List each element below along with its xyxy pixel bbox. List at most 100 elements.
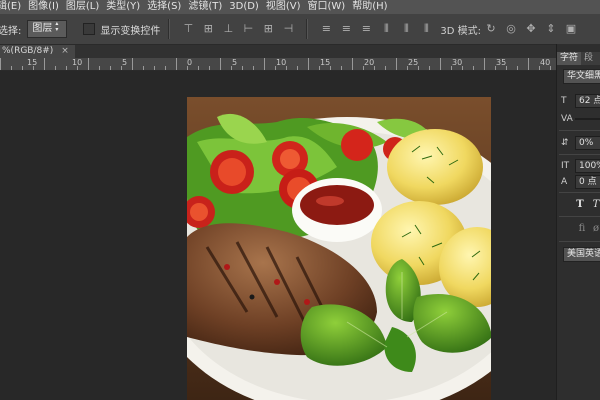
kerning-icon: VA (561, 114, 573, 124)
menu-filter[interactable]: 滤镜(T) (188, 0, 222, 14)
kerning-row: VA (561, 112, 600, 126)
distribute-vcenter-icon[interactable]: ≡ (339, 22, 353, 36)
align-right-icon[interactable]: ⊣ (281, 22, 295, 36)
ruler-tick (88, 58, 89, 70)
vertical-scale-icon: IT (561, 161, 570, 171)
menu-edit[interactable]: 辑(E) (0, 0, 21, 14)
menu-layer[interactable]: 图层(L) (66, 0, 99, 14)
ruler-tick (165, 66, 166, 70)
baseline-shift-field[interactable]: 0 点 (575, 175, 600, 189)
align-top-icon[interactable]: ⊤ (181, 22, 195, 36)
divider (306, 19, 309, 39)
3d-rotate-icon[interactable]: ↻ (484, 22, 498, 36)
ruler-tick (198, 66, 199, 70)
ruler-tick (418, 66, 419, 70)
distribute-left-icon[interactable]: ⦀ (379, 22, 393, 36)
ruler-label: 20 (364, 58, 375, 67)
ruler-label: 5 (232, 58, 238, 67)
food-photo-layer[interactable] (187, 97, 491, 400)
menu-3d[interactable]: 3D(D) (229, 0, 259, 14)
distribute-hcenter-icon[interactable]: ⦀ (399, 22, 413, 36)
auto-select-dropdown[interactable]: 图层 (27, 20, 68, 38)
ruler-tick (66, 66, 67, 70)
document-tab-row: %(RGB/8#) × (0, 45, 600, 58)
3d-pan-icon[interactable]: ✥ (524, 22, 538, 36)
menu-view[interactable]: 视图(V) (266, 0, 301, 14)
menu-window[interactable]: 窗口(W) (308, 0, 346, 14)
baseline-shift-icon: A (561, 177, 568, 187)
ruler-tick (407, 66, 408, 70)
tab-paragraph[interactable]: 段 (581, 52, 596, 65)
ruler-tick (374, 66, 375, 70)
ruler-tick (11, 66, 12, 70)
ruler-label: 5 (122, 58, 128, 67)
tab-character[interactable]: 字符 (557, 52, 582, 65)
faux-italic-button[interactable]: T (589, 198, 600, 212)
ruler-tick (132, 58, 133, 70)
ruler-tick (220, 58, 221, 70)
align-bottom-icon[interactable]: ⊥ (221, 22, 235, 36)
vertical-scale-field[interactable]: 100% (575, 159, 600, 173)
font-size-icon: T (561, 96, 567, 106)
ruler-label: 30 (452, 58, 463, 67)
ruler-tick (77, 66, 78, 70)
ligature-icon[interactable]: ﬁ (575, 222, 589, 236)
align-left-icon[interactable]: ⊢ (241, 22, 255, 36)
ruler-tick (484, 58, 485, 70)
font-family-select[interactable]: 华文细黑 (563, 69, 600, 84)
distribute-bottom-icon[interactable]: ≡ (359, 22, 373, 36)
menu-type[interactable]: 类型(Y) (106, 0, 140, 14)
baseline-shift-row: A 0 点 (561, 175, 600, 189)
ruler-tick (33, 66, 34, 70)
font-size-row: T 62 点 (561, 94, 600, 108)
horizontal-ruler: 15 10 5 0 5 10 15 20 25 30 35 40 (0, 58, 556, 71)
ruler-tick (55, 66, 56, 70)
faux-bold-button[interactable]: T (573, 198, 587, 212)
ruler-tick (330, 66, 331, 70)
ruler-tick (385, 66, 386, 70)
ruler-tick (253, 66, 254, 70)
ordinal-icon[interactable]: ø (589, 222, 600, 236)
document-tab[interactable]: %(RGB/8#) × (0, 45, 75, 58)
ruler-label: 15 (320, 58, 331, 67)
leading-row: ⇵ 0% (561, 136, 600, 150)
ruler-tick (429, 66, 430, 70)
menu-select[interactable]: 选择(S) (147, 0, 181, 14)
close-icon[interactable]: × (61, 46, 69, 56)
ruler-tick (275, 66, 276, 70)
kerning-field[interactable] (575, 118, 600, 120)
show-transform-label: 显示变换控件 (100, 25, 161, 37)
ruler-tick (0, 58, 1, 70)
ruler-label: 40 (540, 58, 551, 67)
ruler-label: 25 (408, 58, 419, 67)
ruler-tick (528, 58, 529, 70)
options-bar: 选择: 图层 显示变换控件 ⊤ ⊞ ⊥ ⊢ ⊞ ⊣ ≡ ≡ ≡ ⦀ ⦀ ⦀ 3D… (0, 14, 600, 45)
leading-field[interactable]: 0% (575, 136, 600, 150)
menu-help[interactable]: 帮助(H) (352, 0, 387, 14)
ruler-tick (99, 66, 100, 70)
menu-image[interactable]: 图像(I) (28, 0, 59, 14)
font-size-field[interactable]: 62 点 (575, 94, 600, 108)
show-transform-checkbox[interactable] (83, 23, 96, 35)
language-select[interactable]: 美国英语 (563, 247, 600, 262)
steak-salad-image (187, 97, 491, 400)
ruler-tick (473, 66, 474, 70)
ruler-tick (297, 66, 298, 70)
distribute-right-icon[interactable]: ⦀ (419, 22, 433, 36)
ruler-tick (517, 66, 518, 70)
align-vcenter-icon[interactable]: ⊞ (201, 22, 215, 36)
3d-slide-icon[interactable]: ⇕ (544, 22, 558, 36)
ruler-label: 10 (276, 58, 287, 67)
ruler-tick (396, 58, 397, 70)
distribute-top-icon[interactable]: ≡ (319, 22, 333, 36)
leading-icon: ⇵ (561, 138, 569, 148)
ruler-tick (187, 66, 188, 70)
3d-scale-icon[interactable]: ▣ (564, 22, 578, 36)
divider (168, 19, 171, 39)
align-hcenter-icon[interactable]: ⊞ (261, 22, 275, 36)
ruler-tick (44, 58, 45, 70)
divider (559, 154, 600, 155)
ruler-tick (539, 66, 540, 70)
3d-roll-icon[interactable]: ◎ (504, 22, 518, 36)
ruler-tick (154, 66, 155, 70)
